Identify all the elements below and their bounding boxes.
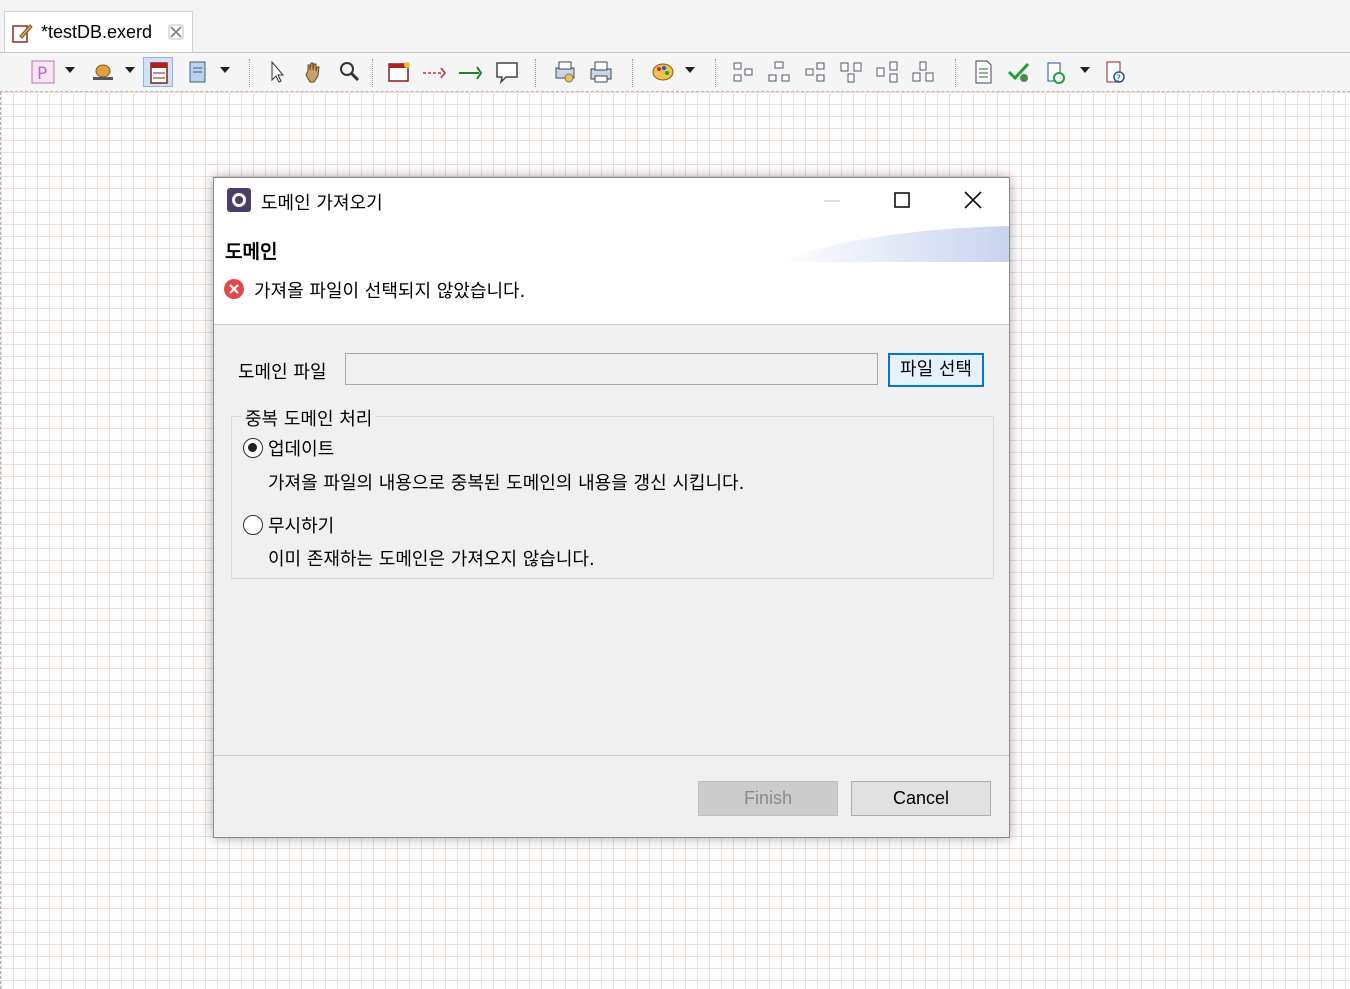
- sync-icon[interactable]: [1040, 57, 1070, 87]
- toolbar-separator: [535, 59, 536, 87]
- svg-text:?: ?: [1116, 74, 1121, 84]
- editor-tab[interactable]: *testDB.exerd: [4, 11, 193, 52]
- new-entity-icon[interactable]: [384, 57, 414, 87]
- footer-divider: [214, 755, 1009, 756]
- print-preview-icon[interactable]: [550, 57, 580, 87]
- page-title: 도메인: [225, 241, 278, 263]
- error-icon: [224, 279, 244, 299]
- color-theme-icon[interactable]: [648, 57, 678, 87]
- align-middle-icon[interactable]: [872, 57, 902, 87]
- maximize-button[interactable]: [867, 178, 937, 222]
- align-bottom-icon[interactable]: [908, 57, 938, 87]
- model-icon[interactable]: [88, 57, 118, 87]
- align-center-icon[interactable]: [764, 57, 794, 87]
- error-message: 가져올 파일이 선택되지 않았습니다.: [254, 281, 526, 302]
- align-right-icon[interactable]: [800, 57, 830, 87]
- chevron-down-icon[interactable]: [125, 67, 135, 73]
- erd-file-icon: [12, 24, 33, 43]
- hand-pan-icon[interactable]: [298, 57, 328, 87]
- close-tab-icon[interactable]: [167, 23, 185, 41]
- ignore-radio[interactable]: [243, 515, 263, 535]
- help-icon[interactable]: ?: [1100, 57, 1130, 87]
- toolbar-separator: [249, 59, 250, 87]
- toolbar-separator: [372, 59, 373, 87]
- update-radio-label[interactable]: 업데이트: [268, 435, 334, 461]
- palette-p-icon[interactable]: P: [28, 57, 58, 87]
- svg-text:P: P: [37, 64, 47, 84]
- table-icon[interactable]: [143, 57, 173, 87]
- toolbar-separator: [715, 59, 716, 87]
- validate-icon[interactable]: [1004, 57, 1034, 87]
- chevron-down-icon[interactable]: [220, 67, 230, 73]
- toolbar-separator: [955, 59, 956, 87]
- update-radio[interactable]: [243, 438, 263, 458]
- diagram-toolbar: P ?: [0, 53, 1350, 92]
- domain-file-label: 도메인 파일: [238, 362, 327, 383]
- toolbar-separator: [632, 59, 633, 87]
- finish-button[interactable]: Finish: [698, 781, 838, 816]
- import-domain-dialog: 도메인 가져오기 도메인 가져올 파일이 선택되지 않았습니다. 도메인 파일 …: [213, 177, 1010, 838]
- select-arrow-icon[interactable]: [262, 57, 292, 87]
- document-icon[interactable]: [968, 57, 998, 87]
- identifying-relation-icon[interactable]: [456, 57, 486, 87]
- zoom-icon[interactable]: [334, 57, 364, 87]
- comment-icon[interactable]: [492, 57, 522, 87]
- note-icon[interactable]: [183, 57, 213, 87]
- ignore-radio-label[interactable]: 무시하기: [268, 512, 334, 538]
- minimize-button[interactable]: [797, 178, 867, 222]
- chevron-down-icon[interactable]: [65, 67, 75, 73]
- non-identifying-relation-icon[interactable]: [420, 57, 450, 87]
- dialog-header: 도메인 가져올 파일이 선택되지 않았습니다.: [214, 222, 1009, 325]
- select-file-button[interactable]: 파일 선택: [888, 353, 984, 387]
- app-icon: [227, 188, 251, 212]
- close-button[interactable]: [938, 178, 1008, 222]
- align-left-icon[interactable]: [728, 57, 758, 87]
- domain-file-input[interactable]: [345, 353, 878, 385]
- header-banner-graphic: [779, 226, 1009, 262]
- minimize-icon: [824, 200, 840, 202]
- print-icon[interactable]: [586, 57, 616, 87]
- chevron-down-icon[interactable]: [685, 67, 695, 73]
- editor-tab-strip: *testDB.exerd: [0, 0, 1350, 53]
- chevron-down-icon[interactable]: [1080, 67, 1090, 73]
- duplicate-handling-group-title: 중복 도메인 처리: [242, 405, 376, 431]
- dialog-title: 도메인 가져오기: [261, 193, 383, 214]
- update-description: 가져올 파일의 내용으로 중복된 도메인의 내용을 갱신 시킵니다.: [268, 473, 745, 494]
- maximize-icon: [894, 192, 910, 208]
- cancel-button[interactable]: Cancel: [851, 781, 991, 816]
- close-icon: [964, 191, 982, 209]
- radio-selected-dot: [248, 443, 257, 452]
- ignore-description: 이미 존재하는 도메인은 가져오지 않습니다.: [268, 549, 595, 570]
- editor-tab-label: *testDB.exerd: [41, 22, 153, 42]
- align-top-icon[interactable]: [836, 57, 866, 87]
- dialog-titlebar[interactable]: 도메인 가져오기: [214, 178, 1009, 222]
